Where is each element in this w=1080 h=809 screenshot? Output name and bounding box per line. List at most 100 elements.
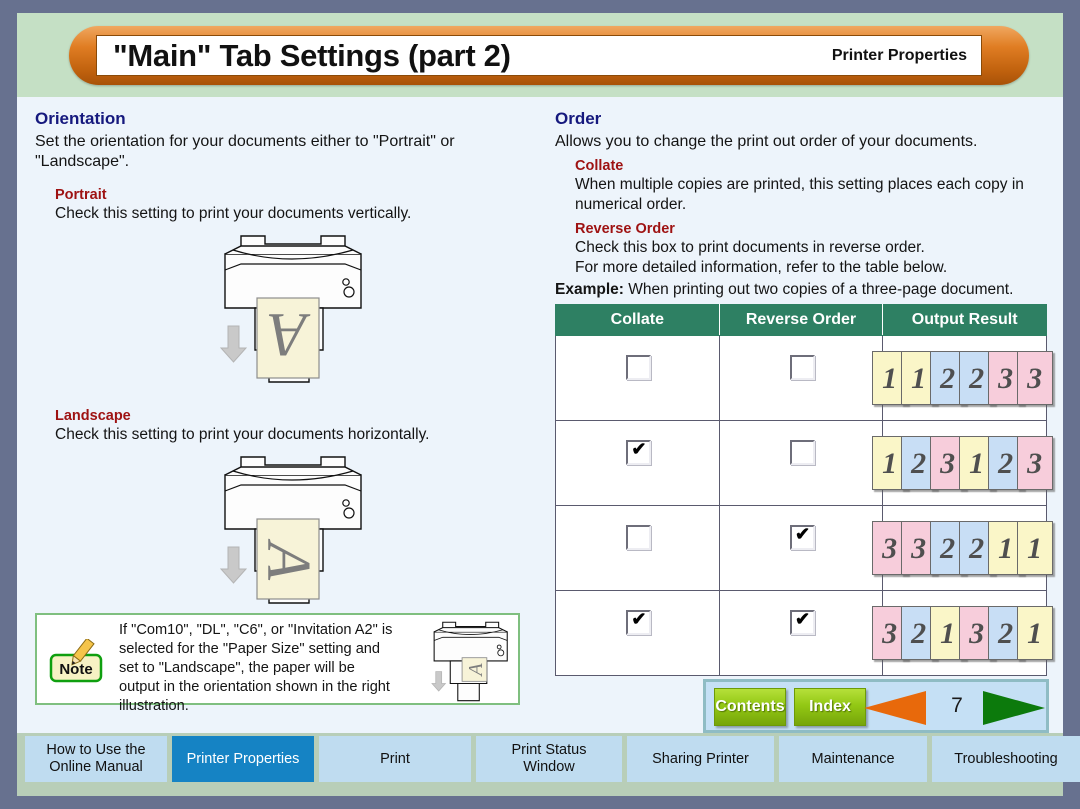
table-row: ✔ ✔ 3 2 1 3 2 1 bbox=[555, 590, 1053, 677]
tab-how-to-use-the-online-manual[interactable]: How to Use the Online Manual bbox=[25, 736, 167, 782]
th-collate: Collate bbox=[555, 304, 720, 337]
order-column: Order Allows you to change the print out… bbox=[555, 109, 1053, 677]
cell-output-result: 112233 bbox=[871, 335, 1053, 422]
index-button[interactable]: Index bbox=[794, 688, 866, 726]
output-page-stack: 123123 bbox=[871, 436, 1058, 492]
output-page: 3 bbox=[1016, 351, 1053, 406]
portrait-illustration: A bbox=[35, 230, 543, 402]
note-icon: Note bbox=[49, 639, 103, 683]
tab-troubleshooting[interactable]: Troubleshooting bbox=[932, 736, 1080, 782]
cell-reverse: ✔ bbox=[718, 590, 884, 677]
reverse-order-checkbox[interactable]: ✔ bbox=[789, 524, 815, 551]
table-row: 112233 bbox=[555, 335, 1053, 422]
tab-print[interactable]: Print bbox=[319, 736, 471, 782]
check-icon: ✔ bbox=[631, 439, 647, 460]
note-text: If "Com10", "DL", "C6", or "Invitation A… bbox=[119, 622, 393, 714]
title-pill: "Main" Tab Settings (part 2) Printer Pro… bbox=[69, 26, 1029, 85]
next-page-icon[interactable] bbox=[983, 691, 1045, 725]
orientation-heading: Orientation bbox=[35, 109, 126, 128]
th-reverse-order: Reverse Order bbox=[718, 304, 884, 337]
output-page: 1 bbox=[1016, 521, 1053, 576]
printer-note-icon: A bbox=[431, 621, 508, 702]
svg-text:A: A bbox=[254, 538, 322, 581]
table-row: ✔ 1 2 3 1 2 3 bbox=[555, 420, 1053, 507]
tab-label: Print Status Window bbox=[511, 742, 587, 775]
check-icon: ✔ bbox=[794, 609, 811, 630]
cell-reverse: ✔ bbox=[718, 505, 884, 592]
example-bold: Example: bbox=[555, 280, 624, 298]
reverse-order-checkbox[interactable]: ✔ bbox=[789, 609, 815, 636]
output-page: 3 bbox=[1016, 436, 1053, 491]
cell-output-result: 321321 bbox=[871, 590, 1053, 677]
output-page: 1 bbox=[1016, 606, 1053, 661]
tab-printer-properties[interactable]: Printer Properties bbox=[172, 736, 314, 782]
example-text: When printing out two copies of a three-… bbox=[623, 280, 1014, 298]
output-page-stack: 321321 bbox=[871, 606, 1058, 662]
svg-text:A: A bbox=[465, 663, 487, 678]
cell-collate bbox=[555, 335, 720, 422]
landscape-text: Check this setting to print your documen… bbox=[55, 425, 430, 443]
portrait-label: Portrait bbox=[55, 186, 107, 203]
order-result-table: Collate Reverse Order Output Result 1122… bbox=[555, 304, 1053, 677]
printer-portrait-icon: A bbox=[219, 235, 362, 383]
tab-label: How to Use the Online Manual bbox=[46, 742, 146, 775]
tab-print-status-window[interactable]: Print Status Window bbox=[476, 736, 622, 782]
reverse-order-text-1: Check this box to print documents in rev… bbox=[575, 239, 925, 257]
order-intro: Allows you to change the print out order… bbox=[555, 133, 978, 150]
section-label: Printer Properties bbox=[831, 46, 967, 64]
reverse-order-text-2: For more detailed information, refer to … bbox=[575, 258, 948, 276]
tab-label: Troubleshooting bbox=[954, 750, 1058, 767]
reverse-order-checkbox[interactable] bbox=[789, 355, 815, 381]
contents-button[interactable]: Contents bbox=[714, 688, 786, 726]
tab-maintenance[interactable]: Maintenance bbox=[779, 736, 927, 782]
tab-label: Print bbox=[380, 750, 410, 767]
collate-label: Collate bbox=[575, 158, 624, 175]
orientation-intro: Set the orientation for your documents e… bbox=[35, 133, 455, 171]
portrait-text: Check this setting to print your documen… bbox=[55, 204, 412, 222]
table-header-row: Collate Reverse Order Output Result bbox=[555, 304, 1047, 337]
collate-checkbox[interactable] bbox=[626, 525, 652, 551]
cell-output-result: 123123 bbox=[871, 420, 1053, 507]
cell-reverse bbox=[718, 335, 884, 422]
tab-label: Sharing Printer bbox=[652, 750, 749, 767]
landscape-label: Landscape bbox=[55, 407, 131, 424]
reverse-order-checkbox[interactable] bbox=[789, 440, 815, 466]
note-icon-label: Note bbox=[59, 661, 92, 678]
cell-collate bbox=[555, 505, 720, 592]
cell-reverse bbox=[718, 420, 884, 507]
cell-output-result: 332211 bbox=[871, 505, 1053, 592]
orientation-column: Orientation Set the orientation for your… bbox=[35, 109, 543, 626]
cell-collate: ✔ bbox=[555, 590, 720, 677]
collate-checkbox[interactable] bbox=[626, 355, 652, 381]
navigation-panel: Contents Index 7 bbox=[703, 679, 1049, 733]
note-box: Note If "Com10", "DL", "C6", or "Invitat… bbox=[35, 613, 520, 714]
content-area: Orientation Set the orientation for your… bbox=[17, 97, 1063, 733]
collate-text: When multiple copies are printed, this s… bbox=[575, 176, 1024, 214]
th-output-result: Output Result bbox=[882, 304, 1047, 337]
page-title: "Main" Tab Settings (part 2) bbox=[113, 37, 511, 73]
example-line: Example: When printing out two copies of… bbox=[555, 280, 1049, 299]
title-inner: "Main" Tab Settings (part 2) Printer Pro… bbox=[96, 35, 982, 76]
reverse-order-label: Reverse Order bbox=[575, 221, 675, 238]
manual-page: "Main" Tab Settings (part 2) Printer Pro… bbox=[17, 13, 1080, 796]
output-page-stack: 112233 bbox=[871, 351, 1058, 407]
cell-collate: ✔ bbox=[555, 420, 720, 507]
svg-text:A: A bbox=[268, 300, 311, 368]
tab-label: Printer Properties bbox=[186, 750, 300, 767]
header-band: "Main" Tab Settings (part 2) Printer Pro… bbox=[17, 13, 1063, 97]
check-icon: ✔ bbox=[631, 609, 647, 630]
tab-bar: How to Use the Online Manual Printer Prope… bbox=[17, 733, 1080, 796]
output-page-stack: 332211 bbox=[871, 521, 1058, 577]
check-icon: ✔ bbox=[794, 524, 811, 545]
tab-label: Maintenance bbox=[811, 750, 895, 767]
page-number: 7 bbox=[951, 694, 963, 717]
collate-checkbox[interactable]: ✔ bbox=[626, 609, 652, 636]
tab-sharing-printer[interactable]: Sharing Printer bbox=[627, 736, 774, 782]
tab-list: How to Use the Online Manual Printer Prope… bbox=[25, 736, 1080, 782]
previous-page-icon[interactable] bbox=[864, 691, 926, 725]
printer-landscape-icon: A bbox=[219, 455, 362, 604]
table-row: ✔ 3 3 2 2 1 1 bbox=[555, 505, 1053, 592]
landscape-illustration: A bbox=[35, 451, 543, 626]
order-heading: Order bbox=[555, 109, 602, 128]
collate-checkbox[interactable]: ✔ bbox=[626, 439, 652, 466]
